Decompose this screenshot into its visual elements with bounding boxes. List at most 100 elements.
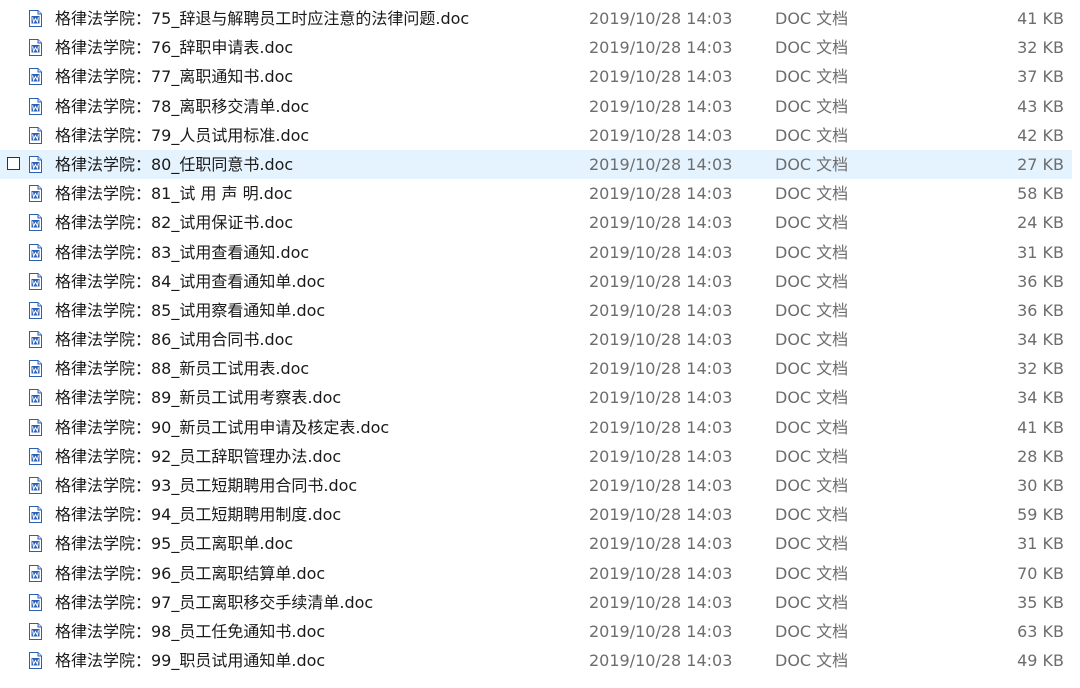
file-row-1[interactable]: 格律法学院：76_辞职申请表.doc 2019/10/28 14:03 DOC … [0, 33, 1072, 62]
file-row-21[interactable]: 格律法学院：98_员工任免通知书.doc 2019/10/28 14:03 DO… [0, 617, 1072, 646]
file-type: DOC 文档 [775, 154, 849, 174]
file-type: DOC 文档 [775, 242, 849, 262]
file-row-11[interactable]: 格律法学院：86_试用合同书.doc 2019/10/28 14:03 DOC … [0, 325, 1072, 354]
file-type: DOC 文档 [775, 125, 849, 145]
word-doc-icon [28, 360, 43, 378]
file-size: 34 KB [1017, 330, 1064, 350]
file-size: 31 KB [1017, 242, 1064, 262]
file-modified-date: 2019/10/28 14:03 [589, 67, 733, 87]
file-row-17[interactable]: 格律法学院：94_员工短期聘用制度.doc 2019/10/28 14:03 D… [0, 500, 1072, 529]
row-checkbox[interactable] [7, 156, 20, 170]
file-name[interactable]: 格律法学院：83_试用查看通知.doc [55, 238, 309, 267]
file-row-8[interactable]: 格律法学院：83_试用查看通知.doc 2019/10/28 14:03 DOC… [0, 238, 1072, 267]
file-name[interactable]: 格律法学院：92_员工辞职管理办法.doc [55, 442, 341, 471]
word-doc-icon [28, 622, 43, 640]
file-row-22[interactable]: 格律法学院：99_职员试用通知单.doc 2019/10/28 14:03 DO… [0, 646, 1072, 675]
file-size: 31 KB [1017, 534, 1064, 554]
file-modified-date: 2019/10/28 14:03 [589, 213, 733, 233]
file-modified-date: 2019/10/28 14:03 [589, 563, 733, 583]
file-row-7[interactable]: 格律法学院：82_试用保证书.doc 2019/10/28 14:03 DOC … [0, 208, 1072, 237]
word-doc-icon [28, 593, 43, 611]
file-size: 59 KB [1017, 505, 1064, 525]
file-type: DOC 文档 [775, 9, 849, 28]
file-name[interactable]: 格律法学院：80_任职同意书.doc [55, 150, 293, 179]
file-modified-date: 2019/10/28 14:03 [589, 534, 733, 554]
file-type: DOC 文档 [775, 184, 849, 204]
file-modified-date: 2019/10/28 14:03 [589, 621, 733, 641]
file-modified-date: 2019/10/28 14:03 [589, 96, 733, 116]
word-doc-icon [28, 447, 43, 465]
file-name[interactable]: 格律法学院：76_辞职申请表.doc [55, 33, 293, 62]
file-row-3[interactable]: 格律法学院：78_离职移交清单.doc 2019/10/28 14:03 DOC… [0, 92, 1072, 121]
word-doc-icon [28, 272, 43, 290]
file-name[interactable]: 格律法学院：96_员工离职结算单.doc [55, 559, 325, 588]
file-row-14[interactable]: 格律法学院：90_新员工试用申请及核定表.doc 2019/10/28 14:0… [0, 413, 1072, 442]
file-name[interactable]: 格律法学院：93_员工短期聘用合同书.doc [55, 471, 357, 500]
file-name[interactable]: 格律法学院：79_人员试用标准.doc [55, 121, 309, 150]
word-doc-icon [28, 243, 43, 261]
file-name[interactable]: 格律法学院：90_新员工试用申请及核定表.doc [55, 413, 389, 442]
file-name[interactable]: 格律法学院：85_试用察看通知单.doc [55, 296, 325, 325]
word-doc-icon [28, 331, 43, 349]
file-type: DOC 文档 [775, 417, 849, 437]
word-doc-icon [28, 564, 43, 582]
file-modified-date: 2019/10/28 14:03 [589, 651, 733, 671]
file-size: 24 KB [1017, 213, 1064, 233]
file-name[interactable]: 格律法学院：77_离职通知书.doc [55, 62, 293, 91]
word-doc-icon [28, 652, 43, 670]
file-name[interactable]: 格律法学院：78_离职移交清单.doc [55, 92, 309, 121]
file-name[interactable]: 格律法学院：95_员工离职单.doc [55, 529, 293, 558]
file-name[interactable]: 格律法学院：98_员工任免通知书.doc [55, 617, 325, 646]
file-type: DOC 文档 [775, 300, 849, 320]
file-row-10[interactable]: 格律法学院：85_试用察看通知单.doc 2019/10/28 14:03 DO… [0, 296, 1072, 325]
word-doc-icon [28, 185, 43, 203]
file-name[interactable]: 格律法学院：88_新员工试用表.doc [55, 354, 309, 383]
file-row-19[interactable]: 格律法学院：96_员工离职结算单.doc 2019/10/28 14:03 DO… [0, 559, 1072, 588]
file-name[interactable]: 格律法学院：97_员工离职移交手续清单.doc [55, 588, 373, 617]
file-modified-date: 2019/10/28 14:03 [589, 184, 733, 204]
file-name[interactable]: 格律法学院：81_试 用 声 明.doc [55, 179, 292, 208]
file-row-16[interactable]: 格律法学院：93_员工短期聘用合同书.doc 2019/10/28 14:03 … [0, 471, 1072, 500]
file-modified-date: 2019/10/28 14:03 [589, 38, 733, 58]
file-name[interactable]: 格律法学院：94_员工短期聘用制度.doc [55, 500, 341, 529]
file-row-13[interactable]: 格律法学院：89_新员工试用考察表.doc 2019/10/28 14:03 D… [0, 383, 1072, 412]
file-name[interactable]: 格律法学院：89_新员工试用考察表.doc [55, 383, 341, 412]
file-type: DOC 文档 [775, 505, 849, 525]
file-modified-date: 2019/10/28 14:03 [589, 271, 733, 291]
file-row-0[interactable]: 格律法学院：75_辞退与解聘员工时应注意的法律问题.doc 2019/10/28… [0, 4, 1072, 33]
file-size: 36 KB [1017, 300, 1064, 320]
file-size: 32 KB [1017, 38, 1064, 58]
file-name[interactable]: 格律法学院：84_试用查看通知单.doc [55, 267, 325, 296]
file-type: DOC 文档 [775, 651, 849, 671]
file-type: DOC 文档 [775, 67, 849, 87]
file-modified-date: 2019/10/28 14:03 [589, 330, 733, 350]
file-size: 41 KB [1017, 9, 1064, 28]
file-modified-date: 2019/10/28 14:03 [589, 446, 733, 466]
file-type: DOC 文档 [775, 563, 849, 583]
file-name[interactable]: 格律法学院：82_试用保证书.doc [55, 208, 293, 237]
file-size: 36 KB [1017, 271, 1064, 291]
file-size: 27 KB [1017, 154, 1064, 174]
file-row-6[interactable]: 格律法学院：81_试 用 声 明.doc 2019/10/28 14:03 DO… [0, 179, 1072, 208]
file-modified-date: 2019/10/28 14:03 [589, 388, 733, 408]
file-name[interactable]: 格律法学院：99_职员试用通知单.doc [55, 646, 325, 675]
file-row-18[interactable]: 格律法学院：95_员工离职单.doc 2019/10/28 14:03 DOC … [0, 529, 1072, 558]
file-row-12[interactable]: 格律法学院：88_新员工试用表.doc 2019/10/28 14:03 DOC… [0, 354, 1072, 383]
word-doc-icon [28, 97, 43, 115]
word-doc-icon [28, 155, 43, 173]
file-type: DOC 文档 [775, 476, 849, 495]
word-doc-icon [28, 535, 43, 553]
file-modified-date: 2019/10/28 14:03 [589, 417, 733, 437]
file-name[interactable]: 格律法学院：75_辞退与解聘员工时应注意的法律问题.doc [55, 4, 469, 33]
file-row-20[interactable]: 格律法学院：97_员工离职移交手续清单.doc 2019/10/28 14:03… [0, 588, 1072, 617]
file-row-2[interactable]: 格律法学院：77_离职通知书.doc 2019/10/28 14:03 DOC … [0, 62, 1072, 91]
file-type: DOC 文档 [775, 96, 849, 116]
file-name[interactable]: 格律法学院：86_试用合同书.doc [55, 325, 293, 354]
file-row-9[interactable]: 格律法学院：84_试用查看通知单.doc 2019/10/28 14:03 DO… [0, 267, 1072, 296]
file-size: 41 KB [1017, 417, 1064, 437]
file-modified-date: 2019/10/28 14:03 [589, 154, 733, 174]
file-type: DOC 文档 [775, 388, 849, 408]
file-row-15[interactable]: 格律法学院：92_员工辞职管理办法.doc 2019/10/28 14:03 D… [0, 442, 1072, 471]
file-row-4[interactable]: 格律法学院：79_人员试用标准.doc 2019/10/28 14:03 DOC… [0, 121, 1072, 150]
file-row-5[interactable]: 格律法学院：80_任职同意书.doc 2019/10/28 14:03 DOC … [0, 149, 1072, 180]
